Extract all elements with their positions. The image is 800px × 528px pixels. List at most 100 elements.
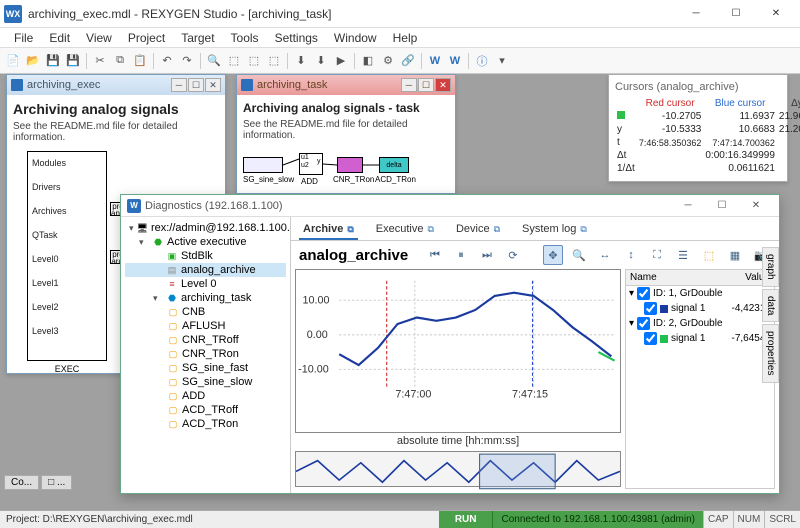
tree-item[interactable]: SG_sine_slow bbox=[182, 376, 252, 388]
zoomx-icon[interactable]: ↔ bbox=[595, 245, 615, 265]
cut-icon[interactable]: ✂ bbox=[91, 52, 109, 70]
tab-executive[interactable]: Executive⧉ bbox=[372, 220, 438, 240]
bl-tab-2[interactable]: □ ... bbox=[41, 475, 72, 490]
popout-icon[interactable]: ⧉ bbox=[580, 224, 586, 235]
sidetab-graph[interactable]: graph bbox=[762, 247, 779, 287]
redo-icon[interactable]: ↷ bbox=[178, 52, 196, 70]
exec-block[interactable]: Modules Drivers Archives QTask Level0 Le… bbox=[27, 151, 107, 361]
zoomy-icon[interactable]: ↕ bbox=[621, 245, 641, 265]
tree-item[interactable]: ADD bbox=[182, 390, 205, 402]
zoom-icon[interactable]: 🔍 bbox=[569, 245, 589, 265]
tree-stdblk[interactable]: StdBlk bbox=[181, 250, 213, 262]
maximize-button[interactable]: ☐ bbox=[716, 3, 756, 25]
undo-icon[interactable]: ↶ bbox=[158, 52, 176, 70]
mdi-max-icon[interactable]: ☐ bbox=[418, 78, 434, 92]
mdi-exec-titlebar[interactable]: archiving_exec ─ ☐ ✕ bbox=[7, 75, 225, 95]
legend-check[interactable] bbox=[644, 302, 657, 315]
menu-help[interactable]: Help bbox=[385, 29, 426, 47]
legend-icon[interactable]: ☰ bbox=[673, 245, 693, 265]
skip-back-icon[interactable]: ⏮ bbox=[425, 245, 445, 265]
tree-item[interactable]: AFLUSH bbox=[182, 320, 225, 332]
find-icon[interactable]: 🔍 bbox=[205, 52, 223, 70]
tree-root[interactable]: rex://admin@192.168.1.100... bbox=[151, 222, 291, 234]
legend-signal[interactable]: signal 1 bbox=[671, 303, 729, 314]
connection-status[interactable]: Connected to 192.168.1.100:43981 (admin) bbox=[492, 511, 702, 528]
menu-edit[interactable]: Edit bbox=[41, 29, 78, 47]
tree-item[interactable]: SG_sine_fast bbox=[182, 362, 248, 374]
menu-settings[interactable]: Settings bbox=[267, 29, 326, 47]
minimize-button[interactable]: ─ bbox=[671, 197, 705, 215]
fit-icon[interactable]: ⛶ bbox=[647, 245, 667, 265]
close-button[interactable]: ✕ bbox=[739, 197, 773, 215]
new-icon[interactable]: 📄 bbox=[4, 52, 22, 70]
wx1-icon[interactable]: W bbox=[426, 52, 444, 70]
legend-check[interactable] bbox=[637, 287, 650, 300]
save-icon[interactable]: 💾 bbox=[44, 52, 62, 70]
info-icon[interactable]: ⓘ bbox=[473, 52, 491, 70]
download-icon[interactable]: ⬇ bbox=[312, 52, 330, 70]
sidetab-properties[interactable]: properties bbox=[762, 324, 779, 382]
saveall-icon[interactable]: 💾 bbox=[64, 52, 82, 70]
popout-icon[interactable]: ⧉ bbox=[347, 224, 353, 235]
grid-icon[interactable]: ▦ bbox=[725, 245, 745, 265]
close-button[interactable]: ✕ bbox=[756, 3, 796, 25]
block-acd[interactable]: delta bbox=[379, 157, 409, 173]
mdi-close-icon[interactable]: ✕ bbox=[205, 78, 221, 92]
tool3-icon[interactable]: ⬚ bbox=[265, 52, 283, 70]
move-icon[interactable]: ✥ bbox=[543, 245, 563, 265]
wx2-icon[interactable]: W bbox=[446, 52, 464, 70]
tree-task[interactable]: archiving_task bbox=[181, 292, 251, 304]
tree-item[interactable]: CNR_TRoff bbox=[182, 334, 239, 346]
mdi-close-icon[interactable]: ✕ bbox=[435, 78, 451, 92]
overview-strip[interactable] bbox=[295, 451, 621, 487]
gear-icon[interactable]: ⚙ bbox=[379, 52, 397, 70]
tree-analog-archive[interactable]: analog_archive bbox=[181, 264, 256, 276]
tree-level0[interactable]: Level 0 bbox=[181, 278, 216, 290]
tree-item[interactable]: CNR_TRon bbox=[182, 348, 239, 360]
mdi-max-icon[interactable]: ☐ bbox=[188, 78, 204, 92]
run-status[interactable]: RUN bbox=[439, 511, 493, 528]
menu-target[interactable]: Target bbox=[173, 29, 222, 47]
maximize-button[interactable]: ☐ bbox=[705, 197, 739, 215]
compile-icon[interactable]: ⬇ bbox=[292, 52, 310, 70]
bl-tab-1[interactable]: Co... bbox=[4, 475, 39, 490]
menu-tools[interactable]: Tools bbox=[223, 29, 267, 47]
dropdown-icon[interactable]: ▾ bbox=[493, 52, 511, 70]
diag-tree[interactable]: ▾🖥rex://admin@192.168.1.100... ▾⬣Active … bbox=[121, 217, 291, 493]
menu-window[interactable]: Window bbox=[326, 29, 385, 47]
copy-icon[interactable]: ⧉ bbox=[111, 52, 129, 70]
pause-icon[interactable]: ⏸ bbox=[451, 245, 471, 265]
minimize-button[interactable]: ─ bbox=[676, 3, 716, 25]
legend-check[interactable] bbox=[637, 317, 650, 330]
tab-archive[interactable]: Archive⧉ bbox=[299, 220, 358, 240]
tree-active[interactable]: Active executive bbox=[167, 236, 246, 248]
diag-titlebar[interactable]: W Diagnostics (192.168.1.100) ─ ☐ ✕ bbox=[121, 195, 779, 217]
link-icon[interactable]: 🔗 bbox=[399, 52, 417, 70]
tab-systemlog[interactable]: System log⧉ bbox=[518, 220, 591, 240]
paste-icon[interactable]: 📋 bbox=[131, 52, 149, 70]
legend-group[interactable]: ID: 2, GrDouble bbox=[653, 318, 722, 329]
tree-item[interactable]: ACD_TRoff bbox=[182, 404, 238, 416]
block-icon[interactable]: ◧ bbox=[359, 52, 377, 70]
tree-item[interactable]: ACD_TRon bbox=[182, 418, 238, 430]
menu-project[interactable]: Project bbox=[120, 29, 173, 47]
export-icon[interactable]: ⬚ bbox=[699, 245, 719, 265]
tab-device[interactable]: Device⧉ bbox=[452, 220, 504, 240]
menu-file[interactable]: File bbox=[6, 29, 41, 47]
tree-item[interactable]: CNB bbox=[182, 306, 205, 318]
sidetab-data[interactable]: data bbox=[762, 289, 779, 322]
popout-icon[interactable]: ⧉ bbox=[494, 224, 500, 235]
skip-fwd-icon[interactable]: ⏭ bbox=[477, 245, 497, 265]
legend-signal[interactable]: signal 1 bbox=[671, 333, 729, 344]
mdi-min-icon[interactable]: ─ bbox=[171, 78, 187, 92]
menu-view[interactable]: View bbox=[78, 29, 120, 47]
legend-check[interactable] bbox=[644, 332, 657, 345]
refresh-icon[interactable]: ⟳ bbox=[503, 245, 523, 265]
run-icon[interactable]: ▶ bbox=[332, 52, 350, 70]
legend-group[interactable]: ID: 1, GrDouble bbox=[653, 288, 722, 299]
popout-icon[interactable]: ⧉ bbox=[428, 224, 434, 235]
plot-area[interactable]: 10.00 0.00 -10.00 7:47:00 7:47:15 bbox=[295, 269, 621, 433]
tool-icon[interactable]: ⬚ bbox=[225, 52, 243, 70]
open-icon[interactable]: 📂 bbox=[24, 52, 42, 70]
mdi-min-icon[interactable]: ─ bbox=[401, 78, 417, 92]
